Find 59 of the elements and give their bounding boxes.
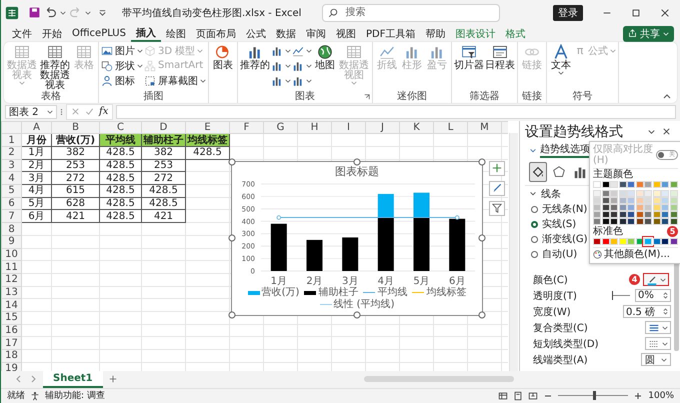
table-cell: 272 (142, 172, 186, 185)
table-cell: 2月 (22, 159, 52, 172)
group-label: 图表 (295, 90, 315, 103)
group-label: 插图 (144, 90, 164, 103)
table-cell: 营收(万) (52, 134, 100, 147)
table-cell: 382 (142, 146, 186, 160)
table-cell: 3月 (22, 172, 52, 185)
table-cell: 421 (52, 210, 100, 223)
property-label: 颜色(C) (533, 274, 569, 287)
axis-category-label: 6月 (448, 276, 466, 287)
table-cell: 428.5 (100, 159, 142, 172)
palette-heading: 主题颜色 (593, 168, 634, 181)
table-cell: 428.5 (100, 146, 142, 160)
property-label: 线端类型(A) (533, 354, 589, 367)
table-cell: 均线标签 (186, 134, 230, 147)
section-title: 线条 (541, 188, 561, 201)
table-cell: 428.5 (100, 197, 142, 210)
table-cell: 4月 (22, 184, 52, 198)
axis-category-label: 5月 (413, 276, 430, 287)
table-cell: 272 (52, 172, 100, 185)
group-label: 符号 (572, 90, 592, 103)
table-cell: 253 (52, 159, 100, 172)
axis-category-label: 3月 (342, 276, 358, 287)
window-title: 带平均值线自动变色柱形图.xlsx - Excel (122, 6, 302, 20)
step-badge: 4 (629, 274, 640, 286)
axis-category-label: 4月 (378, 276, 394, 287)
axis-category-label: 1月 (270, 276, 288, 287)
table-cell: 382 (52, 146, 100, 160)
table-cell: 1月 (22, 146, 52, 160)
property-label: 透明度(T) (533, 290, 578, 303)
table-cell: 辅助柱子 (142, 134, 186, 147)
pane-title: 设置趋势线格式 (525, 122, 623, 141)
palette-heading: 标准色 (593, 226, 623, 238)
table-cell: 428.5 (100, 172, 142, 185)
table-cell: 421 (142, 210, 186, 223)
table-cell: 428.5 (100, 184, 142, 198)
table-cell: 5月 (22, 197, 52, 210)
table-cell: 428.5 (100, 210, 142, 223)
table-cell: 428.5 (142, 197, 186, 210)
pi-icon: π (574, 44, 586, 58)
property-label: 短划线类型(D) (533, 338, 600, 351)
group-label: 表格 (41, 90, 61, 103)
table-cell: 428.5 (142, 184, 186, 198)
high-contrast-label: 仅限高对比度(H) (593, 144, 654, 166)
table-cell: 6月 (22, 210, 52, 223)
step-badge: 5 (667, 226, 678, 238)
table-cell: 平均线 (100, 134, 142, 147)
property-label: 复合类型(C) (533, 322, 589, 335)
group-label: 链接 (522, 90, 542, 103)
table-cell: 428.5 (186, 146, 230, 160)
table-cell: 628 (52, 197, 100, 210)
group-label: 筛选器 (470, 90, 500, 103)
property-label: 宽度(W) (533, 306, 572, 319)
axis-category-label: 2月 (306, 276, 323, 287)
share-label: 共享 (640, 28, 660, 41)
status-text: 就绪 (7, 390, 25, 402)
table-cell: 615 (52, 184, 100, 198)
group-label: 迷你图 (397, 90, 427, 103)
table-cell: 253 (142, 159, 186, 172)
